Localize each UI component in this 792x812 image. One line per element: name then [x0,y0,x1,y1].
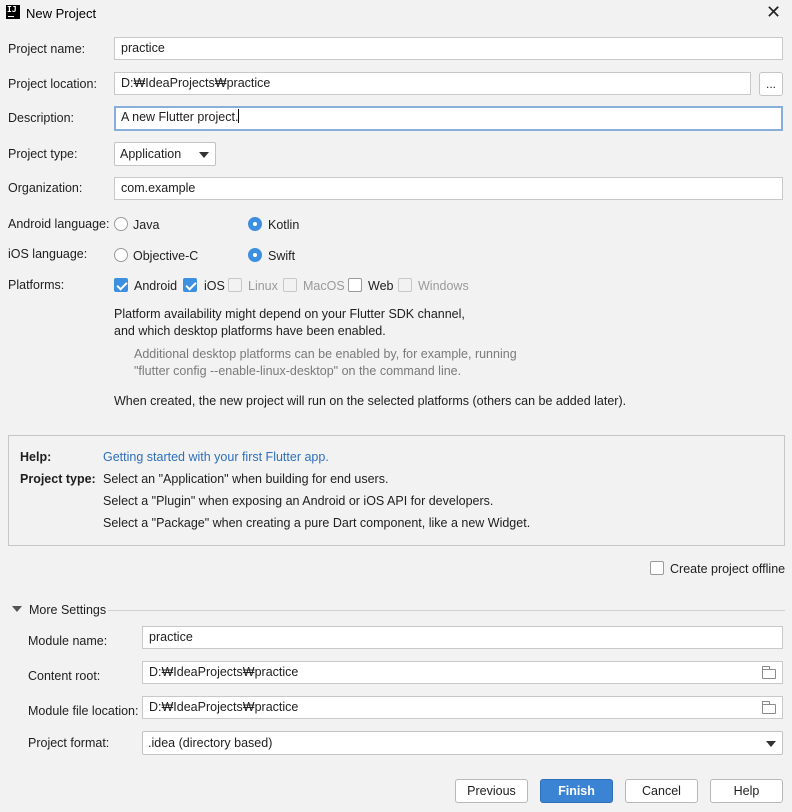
web-checkbox[interactable] [348,278,362,292]
text-caret [238,109,240,123]
help-project-type-label: Project type: [20,472,96,486]
section-divider [108,610,785,611]
help-line-application: Select an "Application" when building fo… [103,472,389,486]
chevron-down-icon [766,741,776,747]
module-name-label: Module name: [28,634,108,648]
help-button[interactable]: Help [710,779,783,803]
organization-label: Organization: [8,181,83,195]
finish-button[interactable]: Finish [540,779,613,803]
project-format-label: Project format: [28,736,110,750]
module-file-location-label: Module file location: [28,704,139,718]
help-line-package: Select a "Package" when creating a pure … [103,516,531,530]
android-platform-label: Android [134,279,178,293]
description-value: A new Flutter project. [121,110,239,124]
ios-platform-label: iOS [204,279,225,293]
ios-language-label: iOS language: [8,247,88,261]
swift-label: Swift [268,249,296,263]
android-language-label: Android language: [8,217,110,231]
ios-checkbox[interactable] [183,278,197,292]
desktop-note-2: "flutter config --enable-linux-desktop" … [134,364,462,378]
help-label: Help: [20,450,52,464]
description-label: Description: [8,111,74,125]
platforms-label: Platforms: [8,278,65,292]
folder-icon[interactable] [762,666,776,679]
project-location-input[interactable]: D:₩IdeaProjects₩practice [114,72,751,95]
created-note: When created, the new project will run o… [114,394,627,408]
more-settings-toggle[interactable]: More Settings [29,603,106,617]
organization-input[interactable]: com.example [114,177,783,200]
browse-location-button[interactable]: ... [759,72,783,96]
triangle-down-icon[interactable] [12,606,22,612]
create-offline-label: Create project offline [670,562,786,576]
window-title: New Project [26,6,97,21]
project-type-value: Application [120,147,182,161]
content-root-value: D:₩IdeaProjects₩practice [149,665,299,679]
windows-checkbox [398,278,412,292]
description-input[interactable]: A new Flutter project. [114,106,783,131]
chevron-down-icon [199,152,209,158]
cancel-button[interactable]: Cancel [625,779,698,803]
linux-platform-label: Linux [248,279,278,293]
module-name-input[interactable]: practice [142,626,783,649]
project-format-value: .idea (directory based) [148,736,273,750]
linux-checkbox [228,278,242,292]
previous-button[interactable]: Previous [455,779,528,803]
kotlin-radio[interactable] [248,217,262,231]
title-bar: IJ New Project ✕ [0,0,792,28]
project-type-label: Project type: [8,147,78,161]
app-icon: IJ [6,5,20,19]
module-file-location-value: D:₩IdeaProjects₩practice [149,700,299,714]
close-icon[interactable]: ✕ [766,2,781,23]
getting-started-link[interactable]: Getting started with your first Flutter … [103,450,329,464]
java-radio[interactable] [114,217,128,231]
windows-platform-label: Windows [418,279,469,293]
availability-note-1: Platform availability might depend on yo… [114,307,465,321]
desktop-note-1: Additional desktop platforms can be enab… [134,347,517,361]
project-location-label: Project location: [8,77,97,91]
kotlin-label: Kotlin [268,218,300,232]
availability-note-2: and which desktop platforms have been en… [114,324,386,338]
project-type-select[interactable]: Application [114,142,216,166]
macos-platform-label: MacOS [303,279,345,293]
content-root-input[interactable]: D:₩IdeaProjects₩practice [142,661,783,684]
project-name-label: Project name: [8,42,86,56]
web-platform-label: Web [368,279,394,293]
macos-checkbox [283,278,297,292]
android-checkbox[interactable] [114,278,128,292]
objective-c-radio[interactable] [114,248,128,262]
help-panel: Help: Getting started with your first Fl… [8,435,785,546]
project-format-select[interactable]: .idea (directory based) [142,731,783,755]
project-name-input[interactable]: practice [114,37,783,60]
swift-radio[interactable] [248,248,262,262]
java-label: Java [133,218,160,232]
help-line-plugin: Select a "Plugin" when exposing an Andro… [103,494,494,508]
module-file-location-input[interactable]: D:₩IdeaProjects₩practice [142,696,783,719]
folder-icon[interactable] [762,701,776,714]
objective-c-label: Objective-C [133,249,199,263]
content-root-label: Content root: [28,669,101,683]
create-offline-checkbox[interactable] [650,561,664,575]
